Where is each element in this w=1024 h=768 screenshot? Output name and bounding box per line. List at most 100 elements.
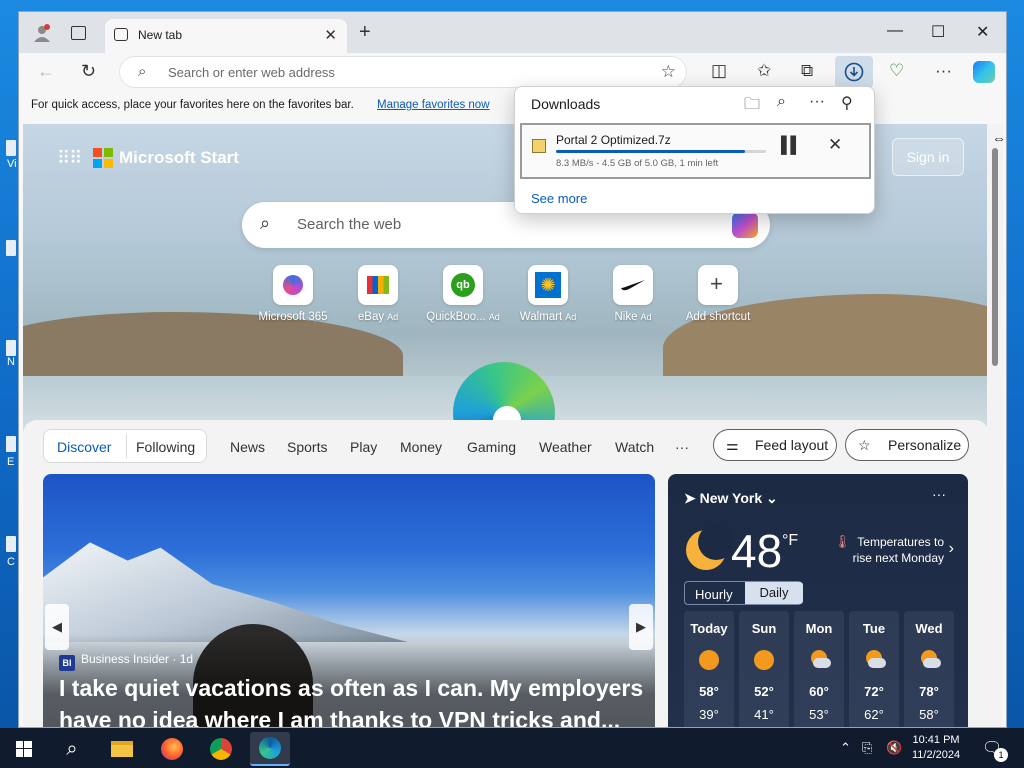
microsoft-logo-icon xyxy=(93,148,113,168)
volume-muted-icon[interactable]: 🔇 xyxy=(886,740,902,756)
chevron-right-icon[interactable]: › xyxy=(949,540,954,558)
forecast-day[interactable]: Wed 78° 58° xyxy=(904,611,954,727)
edge-taskbar-icon[interactable] xyxy=(250,732,290,766)
forecast-day[interactable]: Today 58° 39° xyxy=(684,611,734,727)
collections-icon[interactable]: ⧉ xyxy=(801,61,813,81)
category-weather[interactable]: Weather xyxy=(539,439,592,455)
desktop-icon[interactable] xyxy=(6,436,16,452)
clock[interactable]: 10:41 PM 11/2/2024 xyxy=(912,733,960,763)
category-play[interactable]: Play xyxy=(350,439,377,455)
pause-icon[interactable]: ▌▌ xyxy=(781,137,802,155)
day-low: 41° xyxy=(754,707,774,722)
day-high: 72° xyxy=(864,684,884,699)
firefox-icon[interactable] xyxy=(152,732,192,766)
cancel-download-icon[interactable]: ✕ xyxy=(828,135,842,155)
network-icon[interactable]: ⎘ xyxy=(862,740,872,756)
start-button[interactable] xyxy=(4,732,44,766)
category-gaming[interactable]: Gaming xyxy=(467,439,516,455)
shortcut-walmart[interactable]: ✺ Walmart Ad xyxy=(503,265,593,323)
close-tab-icon[interactable]: ✕ xyxy=(324,26,337,44)
pin-icon[interactable]: ⚲ xyxy=(841,93,853,113)
profile-icon[interactable] xyxy=(33,24,51,42)
download-file-name[interactable]: Portal 2 Optimized.7z xyxy=(556,133,671,147)
search-downloads-icon[interactable]: ⌕ xyxy=(777,93,786,111)
daily-tab[interactable]: Daily xyxy=(745,582,803,604)
page-scrollbar[interactable] xyxy=(987,124,1003,727)
desktop-icon[interactable] xyxy=(6,140,16,156)
day-name: Tue xyxy=(862,621,886,636)
tab-new-tab[interactable]: New tab ✕ xyxy=(105,19,347,53)
see-more-link[interactable]: See more xyxy=(531,191,587,206)
minimize-icon[interactable]: — xyxy=(887,22,903,40)
app-launcher-icon[interactable]: ⠿⠿ xyxy=(57,148,82,169)
day-high: 58° xyxy=(699,684,719,699)
file-explorer-icon[interactable] xyxy=(102,732,142,766)
previous-arrow-icon[interactable]: ◀ xyxy=(45,604,69,650)
browser-essentials-icon[interactable]: ♡ xyxy=(889,61,904,81)
next-arrow-icon[interactable]: ▶ xyxy=(629,604,653,650)
tab-following[interactable]: Following xyxy=(136,439,195,455)
shortcut-microsoft-365[interactable]: Microsoft 365 xyxy=(248,265,338,323)
refresh-icon[interactable]: ↻ xyxy=(81,61,96,82)
personalize-label: Personalize xyxy=(888,437,962,453)
split-screen-icon[interactable]: ◫ xyxy=(711,61,727,81)
news-card[interactable]: ◀ ▶ BI Business Insider · 1d I take quiet… xyxy=(43,474,655,727)
add-shortcut-button[interactable]: + Add shortcut xyxy=(673,265,763,323)
sign-in-button[interactable]: Sign in xyxy=(892,138,964,176)
ad-label: Ad xyxy=(565,312,577,322)
forecast-day[interactable]: Sun 52° 41° xyxy=(739,611,789,727)
category-news[interactable]: News xyxy=(230,439,265,455)
category-sports[interactable]: Sports xyxy=(287,439,327,455)
weather-location[interactable]: ➤ New York ⌄ xyxy=(684,490,778,507)
category-money[interactable]: Money xyxy=(400,439,442,455)
open-folder-icon[interactable]: 🗀 xyxy=(744,93,760,120)
weather-alert[interactable]: Temperatures to rise next Monday xyxy=(844,534,944,566)
tab-actions-icon[interactable] xyxy=(71,26,86,40)
downloads-title: Downloads xyxy=(531,96,601,112)
favorite-star-icon[interactable]: ☆ xyxy=(661,62,676,82)
maximize-icon[interactable]: ☐ xyxy=(931,22,945,42)
hourly-tab[interactable]: Hourly xyxy=(695,587,733,602)
tray-chevron-icon[interactable]: ⌃ xyxy=(840,740,851,756)
downloads-button[interactable] xyxy=(835,56,873,88)
shortcut-quickbooks[interactable]: qb QuickBoo... Ad xyxy=(418,265,508,323)
day-low: 58° xyxy=(919,707,939,722)
search-icon[interactable]: ⌕ xyxy=(52,732,92,766)
search-placeholder: Search the web xyxy=(297,216,402,233)
more-options-icon[interactable]: ··· xyxy=(809,93,825,111)
weather-card[interactable]: ➤ New York ⌄ ··· 48 °F 🌡 Temperatures to… xyxy=(668,474,968,727)
copilot-search-icon[interactable] xyxy=(732,212,758,238)
close-window-icon[interactable]: ✕ xyxy=(976,22,989,42)
back-icon[interactable]: ← xyxy=(37,61,55,82)
personalize-button[interactable]: ☆ Personalize xyxy=(845,429,969,461)
manage-favorites-link[interactable]: Manage favorites now xyxy=(377,99,490,111)
shortcut-nike[interactable]: Nike Ad xyxy=(588,265,678,323)
feed-layout-button[interactable]: ⚌ Feed layout xyxy=(713,429,837,461)
shortcut-ebay[interactable]: eBay Ad xyxy=(333,265,423,323)
chrome-icon[interactable] xyxy=(201,732,241,766)
favorites-icon[interactable]: ✩ xyxy=(757,61,771,81)
weather-more-icon[interactable]: ··· xyxy=(932,486,946,502)
copilot-icon[interactable] xyxy=(973,61,995,83)
clock-date: 11/2/2024 xyxy=(912,749,961,761)
settings-more-icon[interactable]: ··· xyxy=(935,61,952,81)
desktop-icon[interactable] xyxy=(6,340,16,356)
new-tab-button[interactable]: + xyxy=(359,21,371,44)
more-categories-icon[interactable]: ··· xyxy=(675,439,689,455)
forecast-day[interactable]: Mon 60° 53° xyxy=(794,611,844,727)
download-item[interactable]: Portal 2 Optimized.7z 8.3 MB/s - 4.5 GB … xyxy=(520,123,871,179)
forecast-day[interactable]: Tue 72° 62° xyxy=(849,611,899,727)
brand-name[interactable]: Microsoft Start xyxy=(119,148,239,168)
desktop-icon[interactable] xyxy=(6,240,16,256)
tab-discover[interactable]: Discover xyxy=(57,439,111,455)
scroll-thumb[interactable] xyxy=(992,148,998,366)
address-bar[interactable]: ⌕ Search or enter web address ☆ xyxy=(119,56,687,88)
category-watch[interactable]: Watch xyxy=(615,439,654,455)
notification-count: 1 xyxy=(994,748,1008,762)
desktop-icon[interactable] xyxy=(6,536,16,552)
day-high: 52° xyxy=(754,684,774,699)
news-source[interactable]: BI Business Insider · 1d xyxy=(59,652,193,671)
ebay-icon xyxy=(367,276,389,294)
tab-strip: New tab ✕ + — ☐ ✕ xyxy=(19,12,1006,53)
news-headline[interactable]: I take quiet vacations as often as I can… xyxy=(59,672,649,727)
